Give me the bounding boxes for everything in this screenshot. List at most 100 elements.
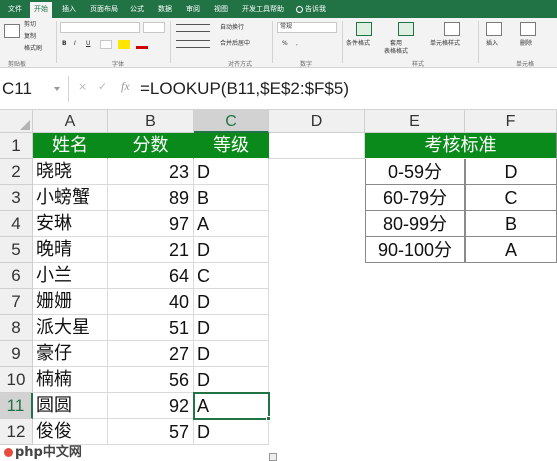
row-header[interactable]: 3	[0, 185, 33, 211]
row-header[interactable]: 4	[0, 211, 33, 237]
tab-help[interactable]: 帮助	[270, 3, 284, 16]
row-header[interactable]: 11	[0, 393, 33, 419]
name-cell[interactable]: 晓晓	[33, 159, 108, 185]
column-header-c[interactable]: C	[194, 110, 269, 133]
fill-handle[interactable]	[266, 416, 271, 421]
bold-button[interactable]: B	[62, 40, 67, 48]
score-cell[interactable]: 64	[108, 263, 194, 289]
merge-center-button[interactable]: 合并后居中	[220, 40, 250, 48]
table-format-button[interactable]: 套用 表格格式	[384, 40, 408, 56]
tab-developer[interactable]: 开发工具	[242, 3, 270, 16]
column-header-b[interactable]: B	[108, 110, 194, 133]
tab-formulas[interactable]: 公式	[130, 3, 144, 16]
grade-cell[interactable]: D	[194, 159, 269, 185]
comma-button[interactable]: ,	[296, 40, 298, 48]
row-header[interactable]: 7	[0, 289, 33, 315]
criteria-grade-cell[interactable]: D	[465, 159, 557, 185]
cancel-icon[interactable]: ×	[78, 80, 87, 93]
grade-cell[interactable]: A	[194, 211, 269, 237]
enter-icon[interactable]: ✓	[98, 80, 107, 93]
borders-icon[interactable]	[100, 40, 112, 49]
name-cell[interactable]: 安琳	[33, 211, 108, 237]
score-cell[interactable]: 51	[108, 315, 194, 341]
grade-cell[interactable]: D	[194, 315, 269, 341]
row-header[interactable]: 5	[0, 237, 33, 263]
font-size-select[interactable]	[143, 22, 165, 33]
tab-view[interactable]: 视图	[214, 3, 228, 16]
header-cell-score[interactable]: 分数	[108, 133, 194, 159]
tab-home[interactable]: 开始	[30, 2, 52, 18]
format-painter-button[interactable]: 格式刷	[24, 45, 42, 53]
header-cell-grade[interactable]: 等级	[194, 133, 269, 159]
criteria-range-cell[interactable]: 90-100分	[365, 237, 465, 263]
insert-cells-button[interactable]: 插入	[486, 40, 498, 48]
name-cell[interactable]: 小兰	[33, 263, 108, 289]
fill-color-icon[interactable]	[118, 40, 130, 49]
conditional-format-button[interactable]: 条件格式	[346, 40, 370, 48]
row-header[interactable]: 1	[0, 133, 33, 159]
criteria-title-cell[interactable]: 考核标准	[365, 133, 557, 159]
criteria-range-cell[interactable]: 0-59分	[365, 159, 465, 185]
font-color-icon[interactable]	[136, 40, 148, 49]
cut-button[interactable]: 剪切	[24, 21, 36, 29]
cell[interactable]	[269, 133, 365, 159]
grade-cell-active[interactable]: A	[194, 393, 269, 419]
grade-cell[interactable]: D	[194, 367, 269, 393]
tab-review[interactable]: 审阅	[186, 3, 200, 16]
copy-button[interactable]: 复制	[24, 33, 36, 41]
font-name-select[interactable]	[60, 22, 140, 33]
header-cell-name[interactable]: 姓名	[33, 133, 108, 159]
paste-icon[interactable]	[4, 24, 20, 38]
name-cell[interactable]: 楠楠	[33, 367, 108, 393]
tab-file[interactable]: 文件	[8, 3, 22, 16]
score-cell[interactable]: 57	[108, 419, 194, 445]
grade-cell[interactable]: D	[194, 237, 269, 263]
delete-cells-button[interactable]: 删除	[520, 40, 532, 48]
delete-cells-icon[interactable]	[520, 22, 536, 36]
conditional-format-icon[interactable]	[356, 22, 372, 36]
sheet-scroll-icon[interactable]	[269, 453, 277, 461]
score-cell[interactable]: 27	[108, 341, 194, 367]
grade-cell[interactable]: D	[194, 289, 269, 315]
percent-button[interactable]: %	[282, 40, 288, 48]
align-top-icon[interactable]	[176, 24, 210, 32]
italic-button[interactable]: I	[74, 40, 76, 48]
score-cell[interactable]: 92	[108, 393, 194, 419]
grade-cell[interactable]: B	[194, 185, 269, 211]
column-header-f[interactable]: F	[465, 110, 557, 133]
tab-insert[interactable]: 插入	[62, 3, 76, 16]
name-cell[interactable]: 小螃蟹	[33, 185, 108, 211]
score-cell[interactable]: 56	[108, 367, 194, 393]
insert-function-icon[interactable]: fx	[121, 79, 130, 94]
formula-input[interactable]: =LOOKUP(B11,$E$2:$F$5)	[140, 78, 349, 100]
tell-me-search[interactable]: 告诉我	[296, 3, 326, 16]
criteria-grade-cell[interactable]: C	[465, 185, 557, 211]
score-cell[interactable]: 89	[108, 185, 194, 211]
name-cell[interactable]: 晚晴	[33, 237, 108, 263]
column-header-d[interactable]: D	[269, 110, 365, 133]
name-cell[interactable]: 姗姗	[33, 289, 108, 315]
cell-styles-button[interactable]: 单元格样式	[430, 40, 460, 48]
chevron-down-icon[interactable]	[54, 87, 60, 91]
column-header-e[interactable]: E	[365, 110, 465, 133]
name-cell[interactable]: 圆圆	[33, 393, 108, 419]
criteria-range-cell[interactable]: 60-79分	[365, 185, 465, 211]
row-header[interactable]: 8	[0, 315, 33, 341]
score-cell[interactable]: 21	[108, 237, 194, 263]
score-cell[interactable]: 97	[108, 211, 194, 237]
wrap-text-button[interactable]: 自动换行	[220, 24, 244, 32]
score-cell[interactable]: 40	[108, 289, 194, 315]
row-header[interactable]: 2	[0, 159, 33, 185]
score-cell[interactable]: 23	[108, 159, 194, 185]
grade-cell[interactable]: C	[194, 263, 269, 289]
grade-cell[interactable]: D	[194, 419, 269, 445]
name-cell[interactable]: 豪仔	[33, 341, 108, 367]
table-format-icon[interactable]	[398, 22, 414, 36]
cell-styles-icon[interactable]	[444, 22, 460, 36]
underline-button[interactable]: U	[86, 40, 90, 48]
align-center-icon[interactable]	[176, 40, 210, 48]
select-all-button[interactable]	[0, 110, 33, 133]
grade-cell[interactable]: D	[194, 341, 269, 367]
tab-data[interactable]: 数据	[158, 3, 172, 16]
row-header[interactable]: 6	[0, 263, 33, 289]
